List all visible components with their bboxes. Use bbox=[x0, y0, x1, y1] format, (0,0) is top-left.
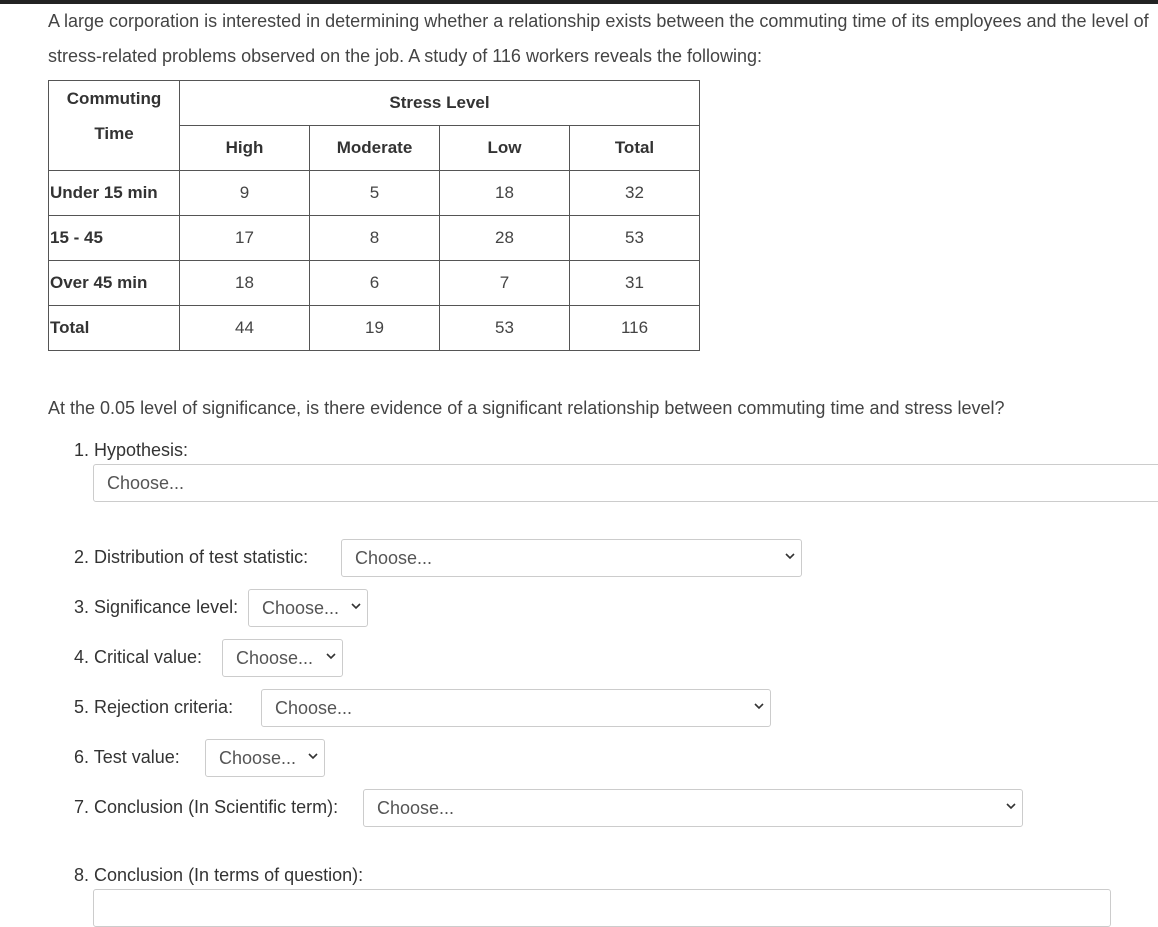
distribution-select[interactable]: Choose... bbox=[341, 539, 802, 577]
table-cell: 53 bbox=[439, 305, 570, 351]
test-value-label: 6. Test value: bbox=[74, 747, 180, 767]
table-cell: 44 bbox=[179, 305, 310, 351]
col-header-low: Low bbox=[439, 125, 570, 171]
hypothesis-select[interactable]: Choose... bbox=[93, 464, 1158, 502]
distribution-select-value: Choose... bbox=[355, 548, 433, 568]
chevron-down-icon bbox=[754, 702, 764, 710]
rejection-criteria-label: 5. Rejection criteria: bbox=[74, 697, 234, 717]
chevron-down-icon bbox=[1006, 802, 1016, 810]
row-header: Total bbox=[48, 305, 180, 351]
table-cell: 8 bbox=[309, 215, 440, 261]
table-cell: 18 bbox=[179, 260, 310, 306]
significance-select[interactable]: Choose... bbox=[248, 589, 368, 627]
corner-line2: Time bbox=[94, 124, 134, 143]
chevron-down-icon bbox=[351, 602, 361, 610]
table-cell: 6 bbox=[309, 260, 440, 306]
table-cell: 32 bbox=[569, 170, 700, 216]
chevron-down-icon bbox=[326, 652, 336, 660]
table-cell: 53 bbox=[569, 215, 700, 261]
table-cell: 7 bbox=[439, 260, 570, 306]
significance-select-value: Choose... bbox=[262, 598, 340, 618]
table-cell: 17 bbox=[179, 215, 310, 261]
critical-value-label: 4. Critical value: bbox=[74, 647, 203, 667]
table-cell: 9 bbox=[179, 170, 310, 216]
col-header-moderate: Moderate bbox=[309, 125, 440, 171]
test-value-select[interactable]: Choose... bbox=[205, 739, 325, 777]
problem-intro: A large corporation is interested in det… bbox=[48, 11, 1149, 66]
scientific-conclusion-select[interactable]: Choose... bbox=[363, 789, 1023, 827]
rejection-criteria-select[interactable]: Choose... bbox=[261, 689, 771, 727]
significance-label: 3. Significance level: bbox=[74, 597, 239, 617]
table-row: Total 44 19 53 116 bbox=[48, 305, 700, 351]
contingency-table: Commuting Time Stress Level High Moderat… bbox=[48, 80, 700, 351]
hypothesis-select-value: Choose... bbox=[107, 473, 185, 493]
table-row: Under 15 min 9 5 18 32 bbox=[48, 170, 700, 216]
corner-line1: Commuting bbox=[66, 89, 162, 108]
table-cell: 116 bbox=[569, 305, 700, 351]
table-row: Over 45 min 18 6 7 31 bbox=[48, 260, 700, 306]
question-conclusion-label: 8. Conclusion (In terms of question): bbox=[74, 865, 364, 885]
stress-level-header: Stress Level bbox=[179, 80, 700, 126]
table-cell: 28 bbox=[439, 215, 570, 261]
col-header-high: High bbox=[179, 125, 310, 171]
table-cell: 19 bbox=[309, 305, 440, 351]
scientific-conclusion-select-value: Choose... bbox=[377, 798, 455, 818]
critical-value-select-value: Choose... bbox=[236, 648, 314, 668]
test-value-select-value: Choose... bbox=[219, 748, 297, 768]
scientific-conclusion-label: 7. Conclusion (In Scientific term): bbox=[74, 797, 339, 817]
row-header: Under 15 min bbox=[48, 170, 180, 216]
table-cell: 18 bbox=[439, 170, 570, 216]
col-header-total: Total bbox=[569, 125, 700, 171]
table-cell: 5 bbox=[309, 170, 440, 216]
critical-value-select[interactable]: Choose... bbox=[222, 639, 343, 677]
table-row: 15 - 45 17 8 28 53 bbox=[48, 215, 700, 261]
distribution-label: 2. Distribution of test statistic: bbox=[74, 547, 309, 567]
chevron-down-icon bbox=[785, 552, 795, 560]
hypothesis-label: 1. Hypothesis: bbox=[74, 440, 189, 460]
table-cell: 31 bbox=[569, 260, 700, 306]
question-conclusion-select[interactable] bbox=[93, 889, 1111, 927]
corner-header: Commuting Time bbox=[48, 80, 180, 171]
question-text: At the 0.05 level of significance, is th… bbox=[48, 398, 1005, 418]
rejection-criteria-select-value: Choose... bbox=[275, 698, 353, 718]
chevron-down-icon bbox=[308, 752, 318, 760]
row-header: Over 45 min bbox=[48, 260, 180, 306]
row-header: 15 - 45 bbox=[48, 215, 180, 261]
